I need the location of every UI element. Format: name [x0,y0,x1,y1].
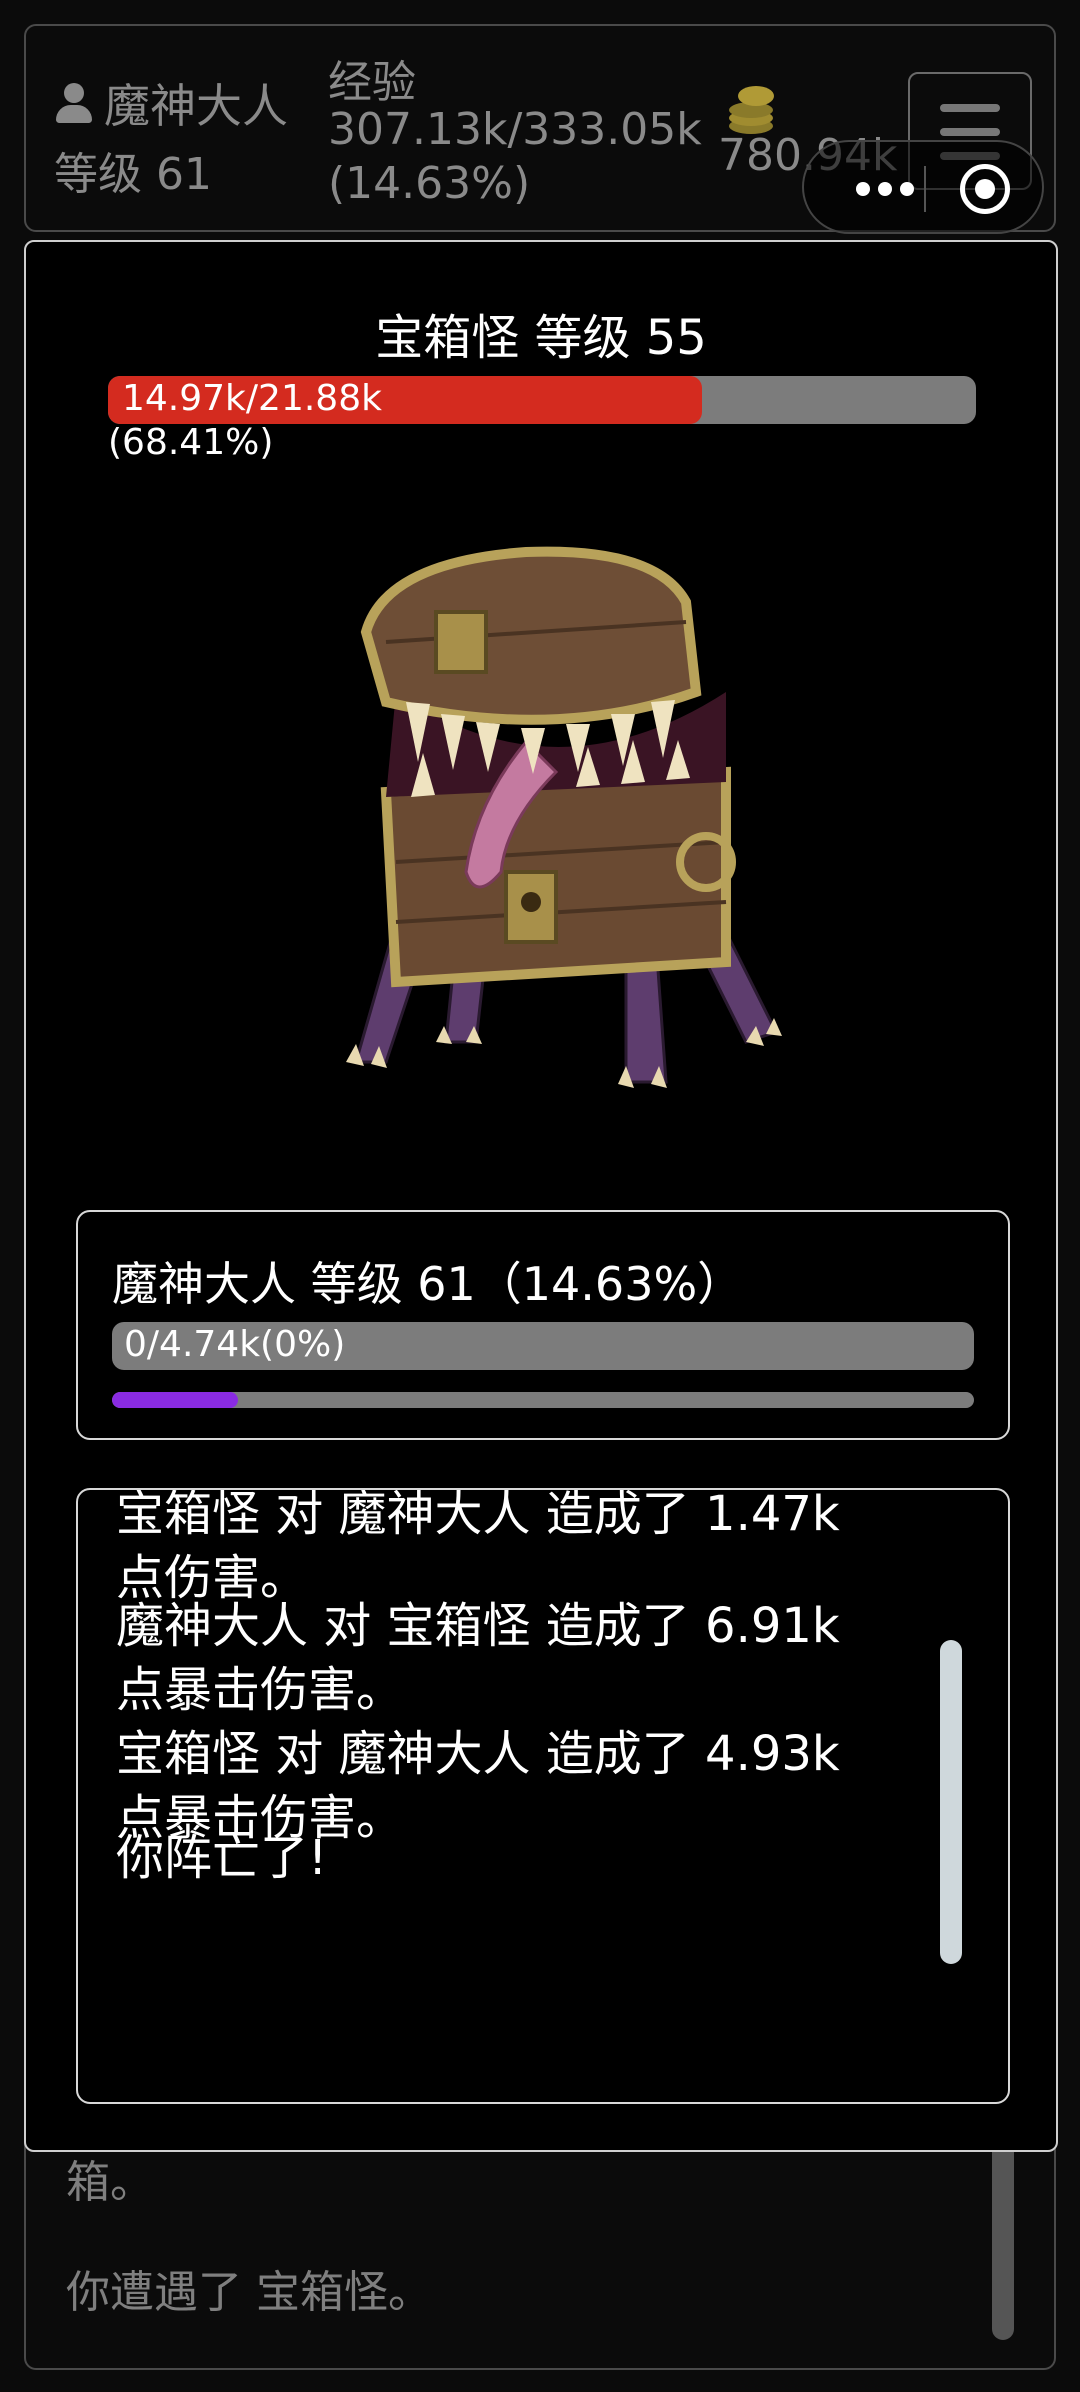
battle-modal: 宝箱怪 等级 55 14.97k/21.88k (68.41%) 魔神大人 等级… [24,240,1058,2152]
player-level: 等级 61 [54,149,212,200]
enemy-hp-percent: (68.41%) [108,422,274,463]
hamburger-icon [940,104,1000,112]
player-shield-bar: 0/4.74k(0%) [112,1322,974,1370]
player-xp-bar [112,1392,974,1408]
bg-log-line: 你遭遇了 宝箱怪。 [66,2267,432,2318]
mimic-chest-monster-image [346,546,782,1088]
player-xp-fill [112,1392,239,1408]
player-panel-title: 魔神大人 等级 61（14.63%） [112,1257,744,1311]
exp-value: 307.13k/333.05k [328,104,702,155]
battle-log-line: 宝箱怪 对 魔神大人 造成了 1.47k 点伤害。 [116,1488,840,1606]
user-icon [52,81,96,125]
battle-log-scrollbar[interactable] [940,1640,962,1964]
player-name: 魔神大人 [52,70,288,136]
battle-log-line: 魔神大人 对 宝箱怪 造成了 6.91k 点暴击伤害。 [116,1598,840,1718]
enemy-title: 宝箱怪 等级 55 [375,310,707,366]
player-name-text: 魔神大人 [104,79,288,133]
bg-log-line: 箱。 [66,2157,154,2208]
close-target-icon[interactable] [960,164,1010,214]
battle-log-line: 你阵亡了! [116,1830,328,1886]
bg-log-scrollbar[interactable] [992,2140,1014,2340]
battle-log-panel[interactable]: 宝箱怪 对 魔神大人 造成了 1.47k 点伤害。 魔神大人 对 宝箱怪 造成了… [76,1488,1010,2104]
enemy-hp-text: 14.97k/21.88k [122,378,382,419]
mini-program-capsule [802,140,1044,234]
exp-label: 经验 [328,57,416,108]
more-options-icon[interactable] [856,182,916,196]
exp-percent: (14.63%) [328,158,531,209]
enemy-hp-bar: 14.97k/21.88k [108,376,976,424]
player-status-panel: 魔神大人 等级 61（14.63%） 0/4.74k(0%) [76,1210,1010,1440]
player-shield-text: 0/4.74k(0%) [124,1324,346,1365]
